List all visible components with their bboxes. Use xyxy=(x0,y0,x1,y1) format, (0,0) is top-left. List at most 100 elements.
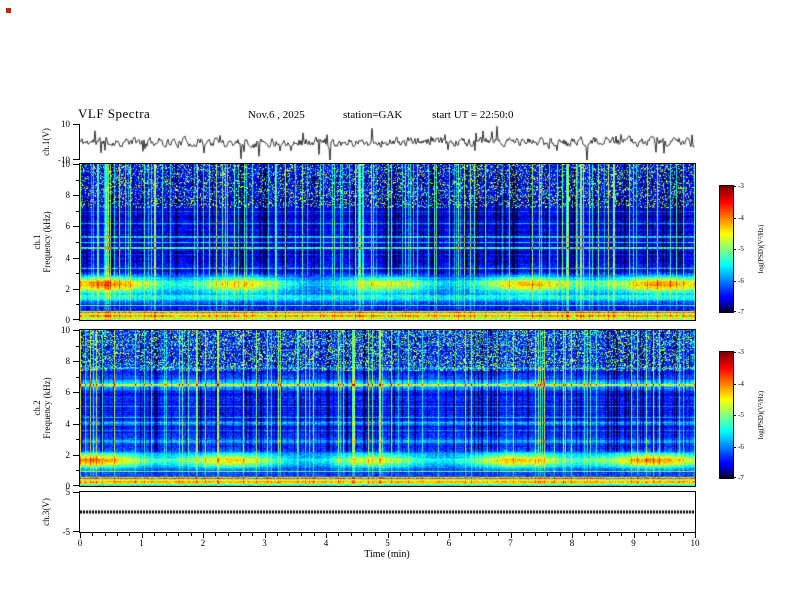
colorbar-tick-label: -4 xyxy=(738,379,744,388)
x-minor-tick xyxy=(338,533,340,536)
colorbar-tick-label: -5 xyxy=(738,411,744,419)
x-minor-tick xyxy=(498,533,500,536)
x-minor-tick xyxy=(473,533,475,536)
x-minor-tick xyxy=(362,533,364,536)
x-minor-tick xyxy=(621,533,623,536)
colorbar-tick-label: -6 xyxy=(738,442,744,451)
x-minor-tick xyxy=(190,533,192,536)
freq-tick-label: 0 xyxy=(65,315,71,325)
freq-tick xyxy=(73,319,79,320)
x-minor-tick xyxy=(658,533,660,536)
x-tick-label: 8 xyxy=(569,538,575,548)
colorbar-ch1 xyxy=(719,185,734,313)
freq-minor-tick xyxy=(76,273,79,275)
freq-tick xyxy=(73,226,79,228)
colorbar-tick xyxy=(733,217,736,219)
freq-tick-label: 8 xyxy=(65,190,71,201)
x-minor-tick xyxy=(645,533,647,536)
freq-minor-tick xyxy=(76,304,79,306)
x-minor-tick xyxy=(375,533,377,536)
x-minor-tick xyxy=(153,533,155,536)
freq-tick xyxy=(73,195,79,197)
x-tick-label: 1 xyxy=(139,538,144,548)
freq-tick xyxy=(73,164,79,165)
ch3-tick-label: 5 xyxy=(65,487,71,497)
colorbar-tick xyxy=(733,446,736,448)
freq-tick-label: 10 xyxy=(61,325,70,335)
x-minor-tick xyxy=(522,533,524,536)
freq-tick-label: 2 xyxy=(65,283,71,294)
x-minor-tick xyxy=(301,533,303,536)
x-minor-tick xyxy=(104,533,106,536)
colorbar-ch2 xyxy=(719,351,734,479)
x-minor-tick xyxy=(436,533,438,536)
x-minor-tick xyxy=(547,533,549,536)
colorbar-tick xyxy=(733,477,736,478)
date-label: Nov.6 , 2025 xyxy=(248,109,305,121)
freq-tick xyxy=(73,454,79,456)
colorbar-tick xyxy=(733,311,736,312)
colorbar-tick xyxy=(733,186,736,187)
freq-tick xyxy=(73,423,79,425)
x-minor-tick xyxy=(313,533,315,536)
colorbar-tick xyxy=(733,415,736,416)
time-axis-label: Time (min) xyxy=(364,549,410,560)
x-minor-tick xyxy=(424,533,426,536)
x-minor-tick xyxy=(596,533,598,536)
freq-minor-tick xyxy=(76,210,79,212)
freq-tick xyxy=(73,330,79,331)
x-minor-tick xyxy=(559,533,561,536)
x-tick-label: 6 xyxy=(446,538,452,548)
freq-tick xyxy=(73,361,79,363)
freq-minor-tick xyxy=(76,470,79,472)
freq-minor-tick xyxy=(76,242,79,243)
freq-tick-label: 6 xyxy=(65,221,71,232)
ch2-channel-label: ch.2 xyxy=(32,400,42,416)
x-minor-tick xyxy=(670,533,672,536)
ch1-voltage-axis-label: ch.1(V) xyxy=(41,128,51,156)
x-minor-tick xyxy=(116,533,118,536)
x-minor-tick xyxy=(215,533,217,536)
ch3-voltage-axis-label: ch.3(V) xyxy=(41,498,51,526)
freq-tick xyxy=(73,288,79,290)
x-minor-tick xyxy=(682,533,684,536)
ch3-tick xyxy=(73,492,79,493)
x-minor-tick xyxy=(276,533,278,536)
ch1-channel-label: ch.1 xyxy=(32,234,42,250)
freq-minor-tick xyxy=(76,408,79,409)
figure-title: VLF Spectra xyxy=(78,106,151,121)
x-minor-tick xyxy=(178,533,180,536)
ch1-frequency-axis-label: ch.1 Frequency (kHz) xyxy=(32,211,52,272)
start-ut-label: start UT = 22:50:0 xyxy=(432,109,514,121)
ch1-waveform-plot xyxy=(80,124,695,160)
x-minor-tick xyxy=(485,533,487,536)
x-tick-label: 9 xyxy=(631,538,636,548)
x-minor-tick xyxy=(289,533,291,536)
corner-marker xyxy=(6,8,11,13)
x-minor-tick xyxy=(227,533,229,536)
x-minor-tick xyxy=(535,533,537,536)
colorbar-tick-label: -7 xyxy=(738,474,744,482)
freq-minor-tick xyxy=(76,439,79,441)
x-minor-tick xyxy=(584,533,586,536)
freq-tick-label: 6 xyxy=(65,387,71,398)
colorbar-tick xyxy=(733,352,736,353)
colorbar-tick-label: -4 xyxy=(738,213,744,222)
x-tick-label: 2 xyxy=(200,538,206,548)
x-tick-label: 4 xyxy=(323,538,329,548)
x-tick-label: 5 xyxy=(385,538,390,548)
freq-tick xyxy=(73,257,79,259)
colorbar-tick-label: -6 xyxy=(738,276,744,285)
ch3-plot xyxy=(79,491,696,533)
x-minor-tick xyxy=(129,533,131,536)
freq-minor-tick xyxy=(76,345,79,347)
station-label: station=GAK xyxy=(343,109,403,121)
ch3-tick xyxy=(73,531,79,532)
x-minor-tick xyxy=(350,533,352,536)
x-minor-tick xyxy=(608,533,610,536)
colorbar-tick-label: -3 xyxy=(738,182,744,190)
x-tick-label: 3 xyxy=(262,538,267,548)
freq-tick xyxy=(73,485,79,486)
colorbar-ch1-label: log(PSD)(V²/Hz) xyxy=(757,224,765,274)
x-minor-tick xyxy=(166,533,168,536)
